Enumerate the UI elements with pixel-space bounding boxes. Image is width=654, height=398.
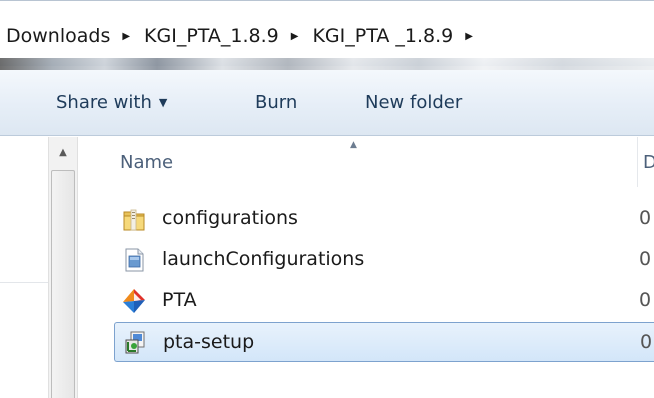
file-date: 0 bbox=[639, 248, 652, 270]
breadcrumb-arrow-icon[interactable]: ▶ bbox=[281, 31, 311, 42]
file-date: 0 bbox=[639, 289, 652, 311]
share-with-button[interactable]: Share with ▼ bbox=[56, 92, 167, 113]
share-with-label: Share with bbox=[56, 92, 152, 113]
file-row-pta[interactable]: PTA 0 bbox=[114, 281, 654, 321]
command-toolbar: Share with ▼ Burn New folder bbox=[0, 70, 654, 136]
file-row-pta-setup[interactable]: pta-setup 0 bbox=[114, 322, 654, 362]
breadcrumb: Downloads ▶ KGI_PTA_1.8.9 ▶ KGI_PTA _1.8… bbox=[4, 21, 485, 51]
document-icon bbox=[125, 248, 144, 272]
file-date: 0 bbox=[639, 207, 652, 229]
breadcrumb-arrow-icon[interactable]: ▶ bbox=[455, 31, 485, 42]
file-row-configurations[interactable]: configurations 0 bbox=[114, 199, 654, 239]
folder-icon bbox=[123, 209, 145, 231]
nav-scrollbar[interactable]: ▲ bbox=[48, 137, 78, 398]
burn-button[interactable]: Burn bbox=[255, 92, 297, 113]
file-date: 0 bbox=[640, 331, 653, 353]
file-name: configurations bbox=[162, 207, 298, 229]
breadcrumb-item-kgi-pta-sub[interactable]: KGI_PTA _1.8.9 bbox=[310, 25, 455, 47]
file-name: pta-setup bbox=[163, 331, 255, 353]
column-header-date[interactable]: D bbox=[643, 152, 654, 173]
sort-ascending-icon: ▲ bbox=[350, 140, 357, 150]
new-folder-button[interactable]: New folder bbox=[365, 92, 462, 113]
breadcrumb-item-downloads[interactable]: Downloads bbox=[4, 25, 112, 47]
scroll-up-arrow-icon[interactable]: ▲ bbox=[49, 137, 77, 167]
scroll-thumb[interactable] bbox=[51, 170, 75, 398]
installer-icon bbox=[125, 331, 145, 354]
file-name: PTA bbox=[162, 289, 197, 311]
nav-divider bbox=[0, 282, 48, 283]
file-name: launchConfigurations bbox=[162, 248, 365, 270]
breadcrumb-item-kgi-pta[interactable]: KGI_PTA_1.8.9 bbox=[142, 25, 281, 47]
file-row-launchconfigurations[interactable]: launchConfigurations 0 bbox=[114, 240, 654, 280]
breadcrumb-arrow-icon[interactable]: ▶ bbox=[112, 31, 142, 42]
navigation-pane[interactable] bbox=[0, 137, 48, 398]
address-bar[interactable]: Downloads ▶ KGI_PTA_1.8.9 ▶ KGI_PTA _1.8… bbox=[0, 0, 654, 66]
column-header-name[interactable]: Name bbox=[120, 152, 173, 173]
file-list: configurations 0 launchConfigurations 0 … bbox=[80, 187, 654, 398]
chevron-down-icon: ▼ bbox=[158, 96, 168, 109]
blurred-divider bbox=[0, 58, 654, 70]
column-header-row: Name ▲ D bbox=[80, 137, 654, 187]
column-divider[interactable] bbox=[637, 137, 638, 187]
pta-app-icon bbox=[123, 289, 145, 313]
explorer-window: Downloads ▶ KGI_PTA_1.8.9 ▶ KGI_PTA _1.8… bbox=[0, 0, 654, 398]
